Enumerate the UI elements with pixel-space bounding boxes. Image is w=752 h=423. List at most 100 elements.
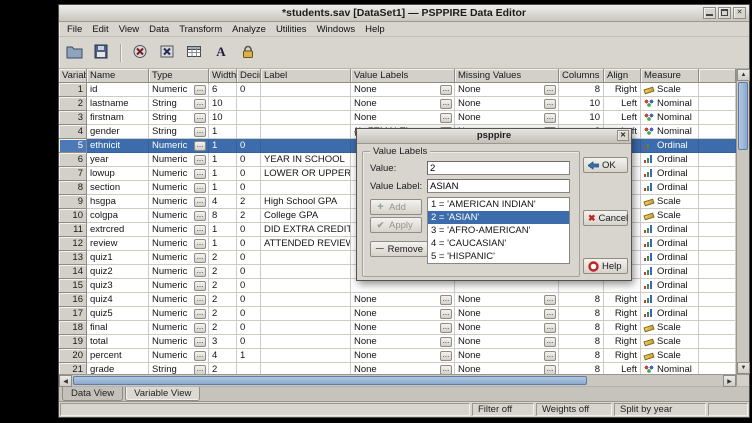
row-number[interactable]: 16: [59, 293, 87, 307]
cell-measure[interactable]: Ordinal: [641, 251, 699, 265]
ellipsis-button[interactable]: ...: [194, 183, 206, 193]
cell-label[interactable]: [261, 181, 351, 195]
ellipsis-button[interactable]: ...: [440, 323, 452, 333]
menu-transform[interactable]: Transform: [174, 23, 227, 36]
cell-value-labels[interactable]: None...: [351, 335, 455, 349]
cell-type[interactable]: Numeric...: [149, 335, 209, 349]
cell-measure[interactable]: Nominal: [641, 125, 699, 139]
row-number[interactable]: 1: [59, 83, 87, 97]
cell-type[interactable]: String...: [149, 125, 209, 139]
cell-label[interactable]: [261, 293, 351, 307]
ellipsis-button[interactable]: ...: [194, 253, 206, 263]
ellipsis-button[interactable]: ...: [194, 337, 206, 347]
ellipsis-button[interactable]: ...: [440, 351, 452, 361]
dialog-title-bar[interactable]: psppire ✕: [357, 129, 631, 144]
ellipsis-button[interactable]: ...: [544, 295, 556, 305]
cell-measure[interactable]: Scale: [641, 83, 699, 97]
cell-label[interactable]: [261, 363, 351, 374]
cell-type[interactable]: String...: [149, 97, 209, 111]
cell-measure[interactable]: Ordinal: [641, 167, 699, 181]
ellipsis-button[interactable]: ...: [194, 309, 206, 319]
cell-type[interactable]: Numeric...: [149, 167, 209, 181]
cell-type[interactable]: Numeric...: [149, 181, 209, 195]
cell-align[interactable]: Right: [604, 293, 641, 307]
menu-view[interactable]: View: [114, 23, 144, 36]
cell-name[interactable]: quiz1: [87, 251, 149, 265]
apply-button[interactable]: ✔ Apply: [370, 217, 422, 233]
cell-label[interactable]: [261, 97, 351, 111]
row-number[interactable]: 20: [59, 349, 87, 363]
vscroll-thumb[interactable]: [738, 82, 748, 150]
cell-columns[interactable]: 8: [559, 349, 604, 363]
cell-value-labels[interactable]: None...: [351, 111, 455, 125]
cell-align[interactable]: [604, 279, 641, 293]
cell-align[interactable]: Right: [604, 349, 641, 363]
cell-measure[interactable]: Ordinal: [641, 139, 699, 153]
cell-measure[interactable]: Ordinal: [641, 307, 699, 321]
cell-value-labels[interactable]: None...: [351, 307, 455, 321]
ellipsis-button[interactable]: ...: [194, 113, 206, 123]
row-number[interactable]: 18: [59, 321, 87, 335]
cell-name[interactable]: quiz3: [87, 279, 149, 293]
cell-type[interactable]: Numeric...: [149, 307, 209, 321]
cell-decimals[interactable]: 0: [237, 307, 261, 321]
title-bar[interactable]: *students.sav [DataSet1] — PSPPIRE Data …: [59, 5, 749, 22]
vertical-scrollbar[interactable]: ▲ ▼: [736, 69, 749, 374]
cell-columns[interactable]: 8: [559, 363, 604, 374]
row-number[interactable]: 7: [59, 167, 87, 181]
cell-name[interactable]: section: [87, 181, 149, 195]
cell-name[interactable]: grade: [87, 363, 149, 374]
cell-label[interactable]: [261, 335, 351, 349]
cell-type[interactable]: Numeric...: [149, 139, 209, 153]
cell-decimals[interactable]: 0: [237, 153, 261, 167]
cell-decimals[interactable]: 0: [237, 139, 261, 153]
value-label-item[interactable]: 2 = 'ASIAN': [428, 211, 569, 224]
ellipsis-button[interactable]: ...: [544, 309, 556, 319]
cell-decimals[interactable]: 0: [237, 265, 261, 279]
cell-missing-values[interactable]: None...: [455, 335, 559, 349]
cell-decimals[interactable]: 0: [237, 83, 261, 97]
cell-name[interactable]: total: [87, 335, 149, 349]
cell-measure[interactable]: Ordinal: [641, 265, 699, 279]
cell-type[interactable]: Numeric...: [149, 237, 209, 251]
cell-name[interactable]: quiz5: [87, 307, 149, 321]
scroll-right-button[interactable]: ▶: [723, 375, 736, 387]
cell-value-labels[interactable]: None...: [351, 363, 455, 374]
ellipsis-button[interactable]: ...: [440, 113, 452, 123]
cell-value-labels[interactable]: None...: [351, 349, 455, 363]
cell-width[interactable]: 2: [209, 279, 237, 293]
cell-width[interactable]: 3: [209, 335, 237, 349]
ellipsis-button[interactable]: ...: [194, 225, 206, 235]
menu-help[interactable]: Help: [360, 23, 390, 36]
cell-align[interactable]: Right: [604, 321, 641, 335]
cell-measure[interactable]: Scale: [641, 349, 699, 363]
ellipsis-button[interactable]: ...: [544, 113, 556, 123]
cell-name[interactable]: lastname: [87, 97, 149, 111]
cell-type[interactable]: Numeric...: [149, 349, 209, 363]
ellipsis-button[interactable]: ...: [194, 155, 206, 165]
menu-windows[interactable]: Windows: [312, 23, 361, 36]
scroll-down-button[interactable]: ▼: [737, 362, 750, 374]
cell-value-labels[interactable]: None...: [351, 97, 455, 111]
ellipsis-button[interactable]: ...: [194, 127, 206, 137]
cell-label[interactable]: [261, 139, 351, 153]
delete-variables-button[interactable]: [155, 42, 179, 64]
cell-value-labels[interactable]: [351, 279, 455, 293]
cell-label[interactable]: YEAR IN SCHOOL: [261, 153, 351, 167]
value-label-item[interactable]: 1 = 'AMERICAN INDIAN': [428, 198, 569, 211]
cell-measure[interactable]: Ordinal: [641, 237, 699, 251]
row-number[interactable]: 19: [59, 335, 87, 349]
minimize-button[interactable]: [703, 7, 716, 19]
cell-missing-values[interactable]: None...: [455, 363, 559, 374]
row-number[interactable]: 15: [59, 279, 87, 293]
open-button[interactable]: [62, 42, 86, 64]
ellipsis-button[interactable]: ...: [440, 99, 452, 109]
cell-type[interactable]: Numeric...: [149, 279, 209, 293]
cell-decimals[interactable]: [237, 125, 261, 139]
cell-label[interactable]: [261, 125, 351, 139]
cell-measure[interactable]: Nominal: [641, 111, 699, 125]
cell-decimals[interactable]: 0: [237, 279, 261, 293]
cell-name[interactable]: colgpa: [87, 209, 149, 223]
cell-type[interactable]: Numeric...: [149, 209, 209, 223]
cell-width[interactable]: 8: [209, 209, 237, 223]
